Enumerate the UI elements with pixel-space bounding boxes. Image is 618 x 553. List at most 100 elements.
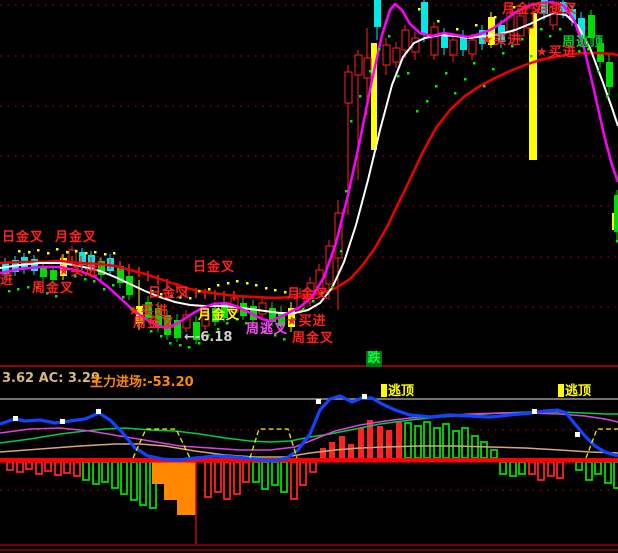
candle-body xyxy=(421,2,428,35)
green-dot xyxy=(345,190,348,193)
candle-body xyxy=(145,302,152,318)
yellow-dot xyxy=(255,284,258,287)
indicator-bar xyxy=(253,462,259,482)
yellow-block-icon xyxy=(558,384,564,397)
yellow-dot xyxy=(75,250,78,253)
yellow-dot xyxy=(151,290,154,293)
yellow-dot xyxy=(246,282,249,285)
yellow-dot xyxy=(475,24,478,27)
indicator-bar xyxy=(93,462,99,484)
green-dot xyxy=(283,338,286,341)
yellow-dot xyxy=(217,284,220,287)
green-dot xyxy=(93,280,96,283)
yellow-dot xyxy=(456,28,459,31)
indicator-bar xyxy=(519,462,525,474)
indicator-bar xyxy=(358,428,364,458)
green-dot xyxy=(350,120,353,123)
indicator-bar xyxy=(434,428,440,458)
indicator-bar xyxy=(36,462,42,474)
yellow-dot xyxy=(208,288,211,291)
indicator-bar xyxy=(415,426,421,458)
green-dot xyxy=(530,55,533,58)
green-dot xyxy=(264,330,267,333)
orange-block xyxy=(177,462,196,515)
indicator-bar xyxy=(7,462,13,470)
green-dot xyxy=(483,85,486,88)
main-force-value: 主力进场:-53.20 xyxy=(90,371,194,390)
orange-block xyxy=(152,462,164,484)
green-dot xyxy=(568,45,571,48)
green-dot xyxy=(502,52,505,55)
yellow-dot xyxy=(179,296,182,299)
indicator-bar xyxy=(281,462,287,492)
green-dot xyxy=(198,342,201,345)
indicator-bar xyxy=(74,462,80,476)
yellow-dot xyxy=(265,287,268,290)
taoding-label: 逃顶 xyxy=(558,384,591,399)
yellow-dot xyxy=(189,297,192,300)
stock-chart-window: 日金叉月金叉进★买进周金叉日金叉日金叉★买进周金叉月金叉←-6.18周逃叉月金叉… xyxy=(0,0,618,553)
green-dot xyxy=(388,35,391,38)
indicator-info-bar: 3.62 AC: 3.29 主力进场:-53.20 xyxy=(0,369,618,397)
green-dot xyxy=(511,45,514,48)
yellow-dot xyxy=(198,290,201,293)
indicator-bar xyxy=(102,462,108,482)
blue-line xyxy=(0,396,618,461)
yellow-dot xyxy=(85,252,88,255)
green-dot xyxy=(454,92,457,95)
green-dot xyxy=(426,100,429,103)
candle-body xyxy=(355,55,362,75)
yellow-dot xyxy=(160,293,163,296)
green-dot xyxy=(217,328,220,331)
candle-body xyxy=(364,58,371,78)
yellow-dot xyxy=(113,252,116,255)
green-dot xyxy=(236,318,239,321)
green-dot xyxy=(245,322,248,325)
candle-body xyxy=(393,48,400,62)
indicator-bar xyxy=(424,422,430,458)
yellow-dot xyxy=(66,251,69,254)
yellow-dot xyxy=(170,295,173,298)
green-dot xyxy=(141,320,144,323)
candle-body xyxy=(614,195,618,232)
candle-body xyxy=(469,40,476,54)
chart-canvas[interactable] xyxy=(0,0,618,553)
candle-body xyxy=(374,0,381,27)
green-dot xyxy=(416,110,419,113)
zero-baseline xyxy=(0,458,618,463)
indicator-bar xyxy=(45,462,51,471)
indicator-bar xyxy=(405,423,411,458)
indicator-bar xyxy=(112,462,118,488)
ma-line-magenta xyxy=(0,2,618,328)
candle-body xyxy=(345,72,352,103)
orange-block xyxy=(164,462,177,500)
candle-body xyxy=(383,45,390,65)
indicator-values: 3.62 AC: 3.29 xyxy=(2,371,100,386)
green-dot xyxy=(255,326,258,329)
indicator-bar xyxy=(224,462,230,499)
indicator-bar xyxy=(310,462,316,472)
green-dot xyxy=(578,50,581,53)
indicator-bar xyxy=(462,428,468,458)
yellow-dot xyxy=(284,291,287,294)
candle-body xyxy=(402,30,409,50)
green-dot xyxy=(606,95,609,98)
indicator-bar xyxy=(396,422,402,458)
green-dot xyxy=(445,72,448,75)
magenta-line xyxy=(0,413,618,450)
candle-body xyxy=(202,314,209,326)
candle-body xyxy=(606,62,613,87)
candle-body xyxy=(450,40,457,55)
green-dot xyxy=(302,308,305,311)
green-dot xyxy=(378,48,381,51)
indicator-bar xyxy=(586,462,592,480)
indicator-bar xyxy=(348,444,354,458)
indicator-bar xyxy=(386,430,392,458)
indicator-bar xyxy=(443,424,449,458)
tan-line xyxy=(0,444,618,457)
indicator-bar xyxy=(64,462,70,473)
green-dot xyxy=(521,38,524,41)
green-dot xyxy=(112,284,115,287)
green-dot xyxy=(340,250,343,253)
indicator-bar xyxy=(576,462,582,470)
